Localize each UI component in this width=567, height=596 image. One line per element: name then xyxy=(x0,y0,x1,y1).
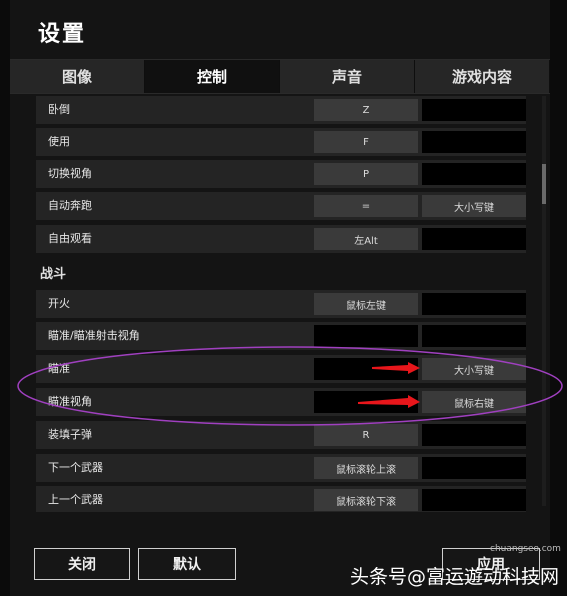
keybind-list: 卧倒 Z 使用 F 切换视角 P 自动奔跑 = 大小写键 自由观看 左Alt 战… xyxy=(36,92,536,512)
row-label: 瞄准/瞄准射击视角 xyxy=(48,329,140,342)
primary-key-slot[interactable]: = xyxy=(314,195,418,217)
row-label: 自动奔跑 xyxy=(48,199,92,212)
keybind-row-aim: 瞄准 大小写键 xyxy=(36,355,526,383)
primary-key-slot[interactable]: 鼠标左键 xyxy=(314,293,418,315)
primary-key-slot[interactable]: F xyxy=(314,131,418,153)
keybind-row-aim-view: 瞄准视角 鼠标右键 xyxy=(36,388,526,416)
secondary-key-slot[interactable] xyxy=(422,99,526,121)
keybind-row-toggle-view: 切换视角 P xyxy=(36,160,526,188)
window-title: 设置 xyxy=(38,22,87,47)
keybind-row-auto-run: 自动奔跑 = 大小写键 xyxy=(36,192,526,220)
watermark-text: 头条号@富运遊动科技网 xyxy=(350,566,560,588)
section-heading-combat: 战斗 xyxy=(40,267,67,282)
secondary-key-slot[interactable] xyxy=(422,325,526,347)
keybind-row-free-look: 自由观看 左Alt xyxy=(36,225,526,253)
row-label: 瞄准视角 xyxy=(48,395,92,408)
row-label: 自由观看 xyxy=(48,232,92,245)
secondary-key-slot[interactable]: 大小写键 xyxy=(422,195,526,217)
default-button[interactable]: 默认 xyxy=(138,548,236,580)
secondary-key-slot[interactable] xyxy=(422,163,526,185)
close-button[interactable]: 关闭 xyxy=(34,548,130,580)
primary-key-slot[interactable] xyxy=(314,358,418,380)
keybind-row-use: 使用 F xyxy=(36,128,526,156)
secondary-key-slot[interactable] xyxy=(422,424,526,446)
secondary-key-slot[interactable] xyxy=(422,131,526,153)
row-label: 切换视角 xyxy=(48,167,92,180)
scrollbar-thumb[interactable] xyxy=(542,164,546,204)
secondary-key-slot[interactable] xyxy=(422,293,526,315)
keybind-row-prone: 卧倒 Z xyxy=(36,96,526,124)
settings-window: 设置 图像 控制 声音 游戏内容 卧倒 Z 使用 F 切换视角 P 自动奔跑 =… xyxy=(10,0,550,596)
primary-key-slot[interactable]: Z xyxy=(314,99,418,121)
row-label: 上一个武器 xyxy=(48,493,103,506)
keybind-row-fire: 开火 鼠标左键 xyxy=(36,290,526,318)
scrollbar[interactable] xyxy=(542,96,546,506)
row-label: 使用 xyxy=(48,135,70,148)
keybind-row-next-weapon: 下一个武器 鼠标滚轮上滚 xyxy=(36,454,526,482)
secondary-key-slot[interactable] xyxy=(422,457,526,479)
primary-key-slot[interactable]: P xyxy=(314,163,418,185)
tab-gameplay[interactable]: 游戏内容 xyxy=(415,60,550,93)
primary-key-slot[interactable]: 左Alt xyxy=(314,228,418,250)
secondary-key-slot[interactable] xyxy=(422,228,526,250)
secondary-key-slot[interactable] xyxy=(422,489,526,511)
row-label: 下一个武器 xyxy=(48,461,103,474)
tab-graphics[interactable]: 图像 xyxy=(10,60,145,93)
row-label: 装填子弹 xyxy=(48,428,92,441)
primary-key-slot[interactable]: 鼠标滚轮上滚 xyxy=(314,457,418,479)
row-label: 开火 xyxy=(48,297,70,310)
primary-key-slot[interactable]: 鼠标滚轮下滚 xyxy=(314,489,418,511)
tab-sound[interactable]: 声音 xyxy=(280,60,415,93)
primary-key-slot[interactable] xyxy=(314,391,418,413)
keybind-row-reload: 装填子弹 R xyxy=(36,421,526,449)
keybind-row-aim-ads: 瞄准/瞄准射击视角 xyxy=(36,322,526,350)
tab-bar: 图像 控制 声音 游戏内容 xyxy=(10,59,550,94)
row-label: 卧倒 xyxy=(48,103,70,116)
secondary-key-slot[interactable]: 鼠标右键 xyxy=(422,391,526,413)
tab-controls[interactable]: 控制 xyxy=(145,60,280,93)
row-label: 瞄准 xyxy=(48,362,70,375)
watermark-site: chuangseo.com xyxy=(490,544,561,554)
secondary-key-slot[interactable]: 大小写键 xyxy=(422,358,526,380)
primary-key-slot[interactable]: R xyxy=(314,424,418,446)
keybind-row-prev-weapon: 上一个武器 鼠标滚轮下滚 xyxy=(36,486,526,512)
primary-key-slot[interactable] xyxy=(314,325,418,347)
